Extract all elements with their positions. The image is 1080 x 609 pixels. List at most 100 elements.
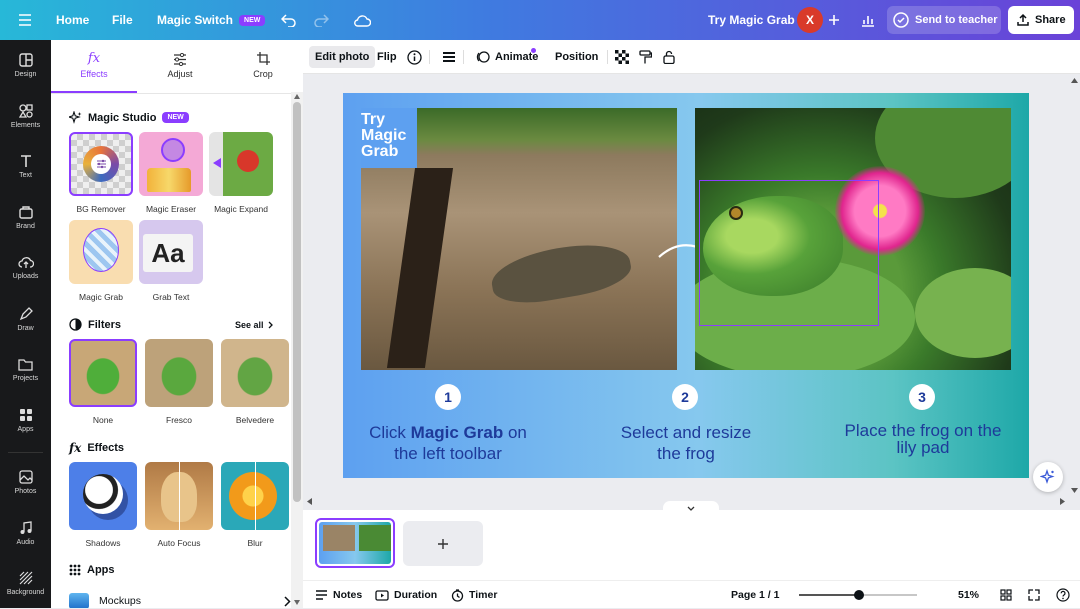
upload-icon <box>1017 13 1029 26</box>
tab-divider <box>51 93 303 94</box>
lock-icon[interactable] <box>657 46 681 68</box>
filter-belvedere-thumb[interactable] <box>221 339 289 407</box>
animate-button[interactable]: Animate <box>469 46 544 68</box>
magic-eraser-thumb[interactable] <box>139 132 203 196</box>
canvas-vertical-scrollbar[interactable] <box>1069 74 1080 506</box>
rail-item-apps[interactable]: Apps <box>0 408 51 433</box>
magic-switch-button[interactable]: Magic Switch NEW <box>157 0 266 40</box>
photos-icon <box>0 470 51 484</box>
page-thumbnail[interactable] <box>315 518 395 568</box>
filter-none-thumb[interactable] <box>69 339 137 407</box>
share-button[interactable]: Share <box>1008 6 1074 34</box>
duration-button[interactable]: Duration <box>375 581 437 609</box>
slide[interactable]: Try Magic Grab 1 2 3 Click Magic Grab on… <box>343 93 1029 478</box>
thumb-photo <box>359 525 391 551</box>
effect-blur-thumb[interactable] <box>221 462 289 530</box>
scroll-up-icon[interactable] <box>294 94 300 99</box>
fx-icon: fx <box>87 51 101 66</box>
home-button[interactable]: Home <box>56 0 89 40</box>
rail-item-uploads[interactable]: Uploads <box>0 256 51 280</box>
rail-item-projects[interactable]: Projects <box>0 358 51 382</box>
info-icon[interactable] <box>401 46 428 68</box>
zoom-level[interactable]: 51% <box>958 581 979 609</box>
step-number: 1 <box>435 384 461 410</box>
effect-auto-focus-thumb[interactable] <box>145 462 213 530</box>
step1-text: Click Magic Grab on the left toolbar <box>353 422 543 464</box>
left-rail: Design Elements Text Brand Uploads Draw … <box>0 40 51 608</box>
rail-item-design[interactable]: Design <box>0 53 51 78</box>
undo-icon[interactable] <box>278 10 300 30</box>
music-note-icon <box>0 521 51 535</box>
magic-switch-label: Magic Switch <box>157 13 234 27</box>
sliders-icon <box>137 40 223 66</box>
tab-adjust[interactable]: Adjust <box>137 40 223 92</box>
rail-label: Photos <box>14 488 37 495</box>
selection-box[interactable] <box>699 180 879 326</box>
paint-roller-icon[interactable] <box>633 46 658 68</box>
rail-label: Uploads <box>12 273 39 280</box>
rail-item-background[interactable]: Background <box>0 571 51 596</box>
split-line <box>255 462 256 530</box>
add-collaborator-icon[interactable] <box>823 10 845 30</box>
file-menu[interactable]: File <box>112 0 133 40</box>
frog-lily-photo[interactable] <box>695 108 1011 370</box>
grab-text-thumb[interactable]: Aa <box>139 220 203 284</box>
fullscreen-icon[interactable] <box>1028 581 1040 609</box>
grab-text-label: Grab Text <box>152 292 190 302</box>
panel-scrollbar[interactable] <box>291 92 303 608</box>
border-style-icon[interactable] <box>436 46 462 68</box>
draw-icon <box>0 307 51 321</box>
zoom-slider-knob[interactable] <box>854 590 864 600</box>
scroll-right-icon[interactable] <box>1060 498 1065 505</box>
rail-item-elements[interactable]: Elements <box>0 104 51 129</box>
rail-item-photos[interactable]: Photos <box>0 470 51 495</box>
page-indicator[interactable]: Page 1 / 1 <box>731 581 779 609</box>
rail-item-brand[interactable]: Brand <box>0 205 51 230</box>
step3-line2: lily pad <box>896 438 950 457</box>
send-to-teacher-button[interactable]: Send to teacher <box>887 6 1001 34</box>
scroll-down-icon[interactable] <box>1071 488 1078 493</box>
flip-button[interactable]: Flip <box>371 46 403 68</box>
scroll-down-icon[interactable] <box>294 600 300 605</box>
filter-fresco-thumb[interactable] <box>145 339 213 407</box>
effect-shadows-thumb[interactable] <box>69 462 137 530</box>
step3-line1: Place the frog on the <box>844 421 1002 440</box>
position-button[interactable]: Position <box>549 46 604 68</box>
bg-remover-thumb[interactable] <box>69 132 133 196</box>
tab-crop[interactable]: Crop <box>223 40 303 92</box>
help-icon[interactable] <box>1056 581 1070 609</box>
panel-scrollbar-thumb[interactable] <box>293 102 301 502</box>
collapse-filmstrip-button[interactable] <box>663 501 719 515</box>
timer-button[interactable]: Timer <box>451 581 497 609</box>
transparency-icon[interactable] <box>609 46 635 68</box>
edit-photo-button[interactable]: Edit photo <box>309 46 376 68</box>
avatar[interactable]: X <box>797 7 823 33</box>
try-magic-grab-badge-text: Try Magic Grab <box>361 111 407 160</box>
page-filmstrip <box>303 501 1080 580</box>
rail-item-draw[interactable]: Draw <box>0 307 51 332</box>
tab-effects[interactable]: fx Effects <box>51 40 137 92</box>
zoom-slider[interactable] <box>799 590 917 600</box>
app-item-mockups[interactable]: Mockups <box>69 590 291 608</box>
scroll-up-icon[interactable] <box>1071 78 1078 83</box>
check-circle-icon <box>893 12 909 28</box>
redo-icon[interactable] <box>310 10 332 30</box>
rail-item-text[interactable]: Text <box>0 154 51 179</box>
notes-button[interactable]: Notes <box>315 581 362 609</box>
menu-icon[interactable] <box>14 10 36 30</box>
insights-icon[interactable] <box>857 10 879 30</box>
magic-assistant-button[interactable] <box>1033 462 1063 492</box>
grid-view-icon[interactable] <box>1000 581 1012 609</box>
magic-grab-label: Magic Grab <box>79 292 123 302</box>
grab-text-sample: Aa <box>143 234 193 272</box>
magic-grab-thumb[interactable] <box>69 220 133 284</box>
see-all-link[interactable]: See all <box>235 320 274 330</box>
cloud-save-icon[interactable] <box>351 10 373 30</box>
try-magic-grab-link[interactable]: Try Magic Grab <box>708 0 795 40</box>
add-page-button[interactable] <box>403 521 483 566</box>
rail-item-audio[interactable]: Audio <box>0 521 51 546</box>
magic-eraser-label: Magic Eraser <box>145 204 197 214</box>
top-bar: Home File Magic Switch NEW Try Magic Gra… <box>0 0 1080 40</box>
magic-expand-thumb[interactable] <box>209 132 273 196</box>
scroll-left-icon[interactable] <box>307 498 312 505</box>
